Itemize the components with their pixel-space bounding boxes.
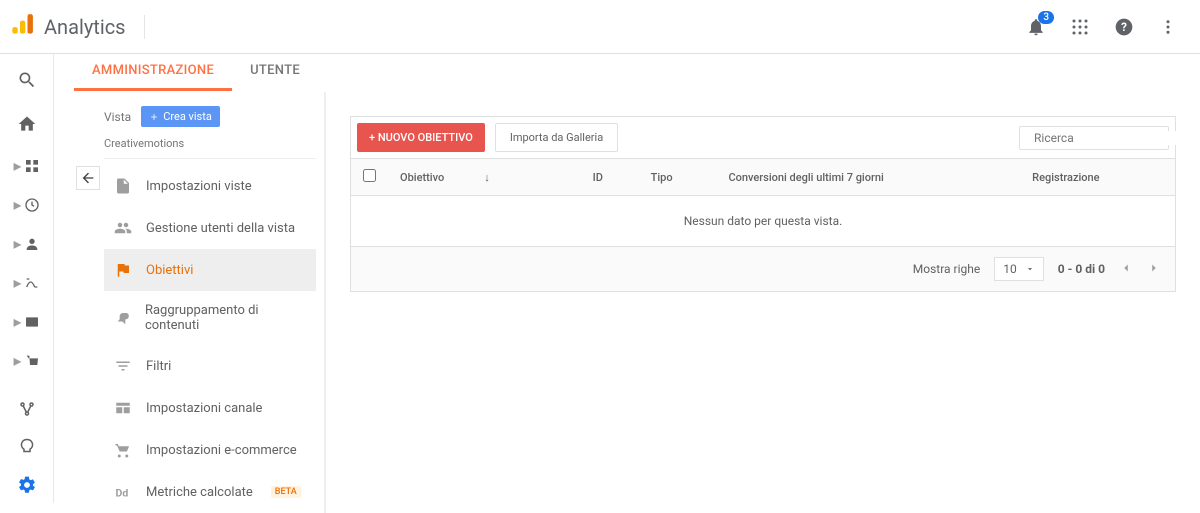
col-goal[interactable]: Obiettivo↓	[388, 159, 581, 196]
nav-label: Impostazioni viste	[146, 179, 252, 194]
col-recording[interactable]: Registrazione	[1020, 159, 1175, 196]
panel-toolbar: + NUOVO OBIETTIVO Importa da Galleria	[351, 117, 1175, 159]
search-input[interactable]	[1034, 131, 1190, 145]
tab-administration[interactable]: AMMINISTRAZIONE	[74, 53, 232, 91]
app-header: Analytics 3 ?	[0, 0, 1200, 54]
nav-content-grouping[interactable]: Raggruppamento di contenuti	[104, 291, 316, 345]
search-field[interactable]	[1019, 126, 1169, 150]
nav-user-management[interactable]: Gestione utenti della vista	[104, 207, 316, 249]
vista-label: Vista	[104, 110, 131, 124]
nav-channel-settings[interactable]: Impostazioni canale	[104, 387, 316, 429]
view-selector-row: Vista Crea vista	[104, 106, 316, 127]
apps-icon[interactable]	[1068, 15, 1092, 39]
sort-arrow-icon: ↓	[484, 171, 490, 184]
back-arrow-button[interactable]	[76, 166, 100, 190]
rail-custom[interactable]: ▸	[13, 156, 39, 175]
col-conversions[interactable]: Conversioni degli ultimi 7 giorni	[716, 159, 1020, 196]
nav-label: Filtri	[146, 359, 171, 374]
nav-label: Raggruppamento di contenuti	[145, 303, 306, 333]
nav-view-settings[interactable]: Impostazioni viste	[104, 165, 316, 207]
nav-calculated-metrics[interactable]: Dd Metriche calcolate BETA	[104, 471, 316, 513]
left-rail: ▸ ▸ ▸ ▸ ▸ ▸	[0, 54, 54, 503]
show-rows-label: Mostra righe	[913, 262, 980, 276]
main-panel: + NUOVO OBIETTIVO Importa da Galleria	[326, 92, 1200, 513]
nav-ecommerce-settings[interactable]: Impostazioni e-commerce	[104, 429, 316, 471]
rail-audience[interactable]: ▸	[13, 234, 39, 253]
select-all-checkbox[interactable]	[363, 169, 376, 182]
panel-footer: Mostra righe 10 0 - 0 di 0	[351, 246, 1175, 291]
empty-state: Nessun dato per questa vista.	[351, 196, 1175, 247]
next-page-button[interactable]	[1147, 261, 1161, 278]
chevron-down-icon	[1025, 264, 1035, 274]
admin-gear-icon[interactable]	[15, 473, 39, 497]
nav-filters[interactable]: Filtri	[104, 345, 316, 387]
notifications-badge: 3	[1038, 11, 1054, 24]
home-icon[interactable]	[15, 112, 39, 136]
nav-label: Obiettivi	[146, 263, 193, 278]
create-view-button[interactable]: Crea vista	[141, 106, 220, 127]
rail-behavior[interactable]: ▸	[13, 312, 39, 331]
col-id[interactable]: ID	[581, 159, 639, 196]
create-view-label: Crea vista	[163, 110, 212, 123]
admin-tabs: AMMINISTRAZIONE UTENTE	[54, 54, 1200, 92]
import-gallery-button[interactable]: Importa da Galleria	[495, 123, 618, 152]
discover-icon[interactable]	[15, 435, 39, 459]
svg-text:?: ?	[1121, 20, 1127, 34]
brand: Analytics	[8, 12, 145, 42]
layout: ▸ ▸ ▸ ▸ ▸ ▸ AMMINISTRAZIONE UTENTE Vista	[0, 54, 1200, 503]
goals-panel: + NUOVO OBIETTIVO Importa da Galleria	[350, 116, 1176, 292]
prev-page-button[interactable]	[1119, 261, 1133, 278]
rail-acquisition[interactable]: ▸	[13, 273, 39, 292]
nav-label: Impostazioni e-commerce	[146, 443, 297, 458]
content: AMMINISTRAZIONE UTENTE Vista Crea vista …	[54, 54, 1200, 503]
help-icon[interactable]: ?	[1112, 15, 1136, 39]
rail-conversions[interactable]: ▸	[13, 351, 39, 370]
nav-goals[interactable]: Obiettivi	[104, 249, 316, 291]
attribution-icon[interactable]	[15, 397, 39, 421]
col-type[interactable]: Tipo	[639, 159, 717, 196]
brand-name: Analytics	[44, 15, 145, 39]
rail-realtime[interactable]: ▸	[13, 195, 39, 214]
body-row: Vista Crea vista Creativemotions Imposta…	[54, 92, 1200, 513]
more-icon[interactable]	[1156, 15, 1180, 39]
nav-label: Impostazioni canale	[146, 401, 262, 416]
nav-label: Gestione utenti della vista	[146, 221, 295, 236]
header-actions: 3 ?	[1024, 15, 1180, 39]
rows-per-page-select[interactable]: 10	[994, 257, 1044, 281]
new-goal-button[interactable]: + NUOVO OBIETTIVO	[357, 123, 485, 152]
rail-bottom	[15, 397, 39, 497]
pagination-range: 0 - 0 di 0	[1058, 262, 1105, 276]
nav-label: Metriche calcolate	[146, 485, 253, 500]
svg-text:Dd: Dd	[116, 487, 129, 500]
goals-table: Obiettivo↓ ID Tipo Conversioni degli ult…	[351, 159, 1175, 246]
search-icon[interactable]	[15, 68, 39, 92]
analytics-logo-icon	[8, 12, 34, 42]
admin-view-column: Vista Crea vista Creativemotions Imposta…	[54, 92, 326, 513]
beta-badge: BETA	[271, 486, 301, 498]
tab-user[interactable]: UTENTE	[232, 53, 318, 91]
notifications-icon[interactable]: 3	[1024, 15, 1048, 39]
property-name[interactable]: Creativemotions	[104, 137, 316, 159]
